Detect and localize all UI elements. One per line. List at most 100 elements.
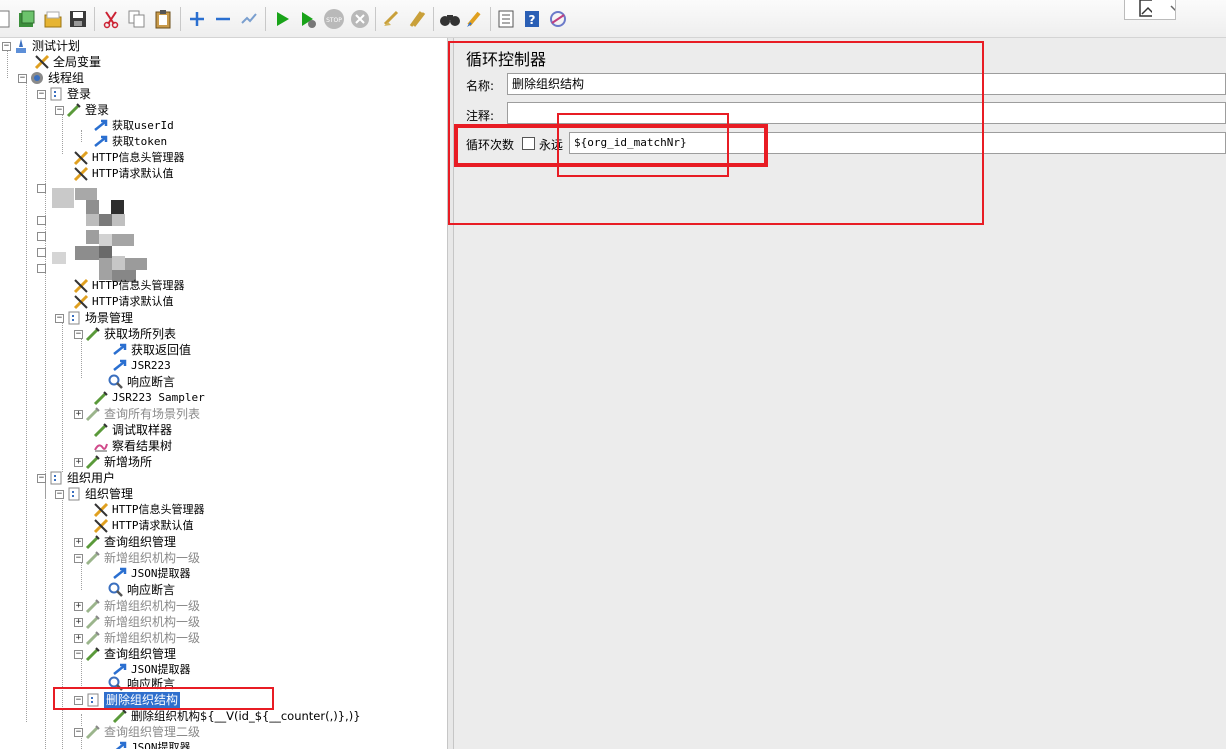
collapse-icon[interactable] (212, 8, 233, 29)
tree-item[interactable]: HTTP信息头管理器 (73, 278, 185, 294)
collapse-toggle[interactable]: − (74, 329, 83, 339)
chevron-down-icon (1170, 4, 1175, 11)
collapse-toggle[interactable]: − (55, 313, 64, 323)
config-icon (73, 294, 89, 310)
clear-all-icon[interactable] (407, 8, 428, 29)
collapse-toggle[interactable]: − (18, 73, 27, 83)
tree-item[interactable]: HTTP请求默认值 (73, 294, 174, 310)
tree-item[interactable]: 获取token (93, 134, 167, 150)
tree-item[interactable]: 调试取样器 (93, 422, 172, 438)
tree-item[interactable]: + 查询组织管理 (74, 534, 176, 550)
forever-checkbox[interactable] (522, 137, 535, 150)
paste-icon[interactable] (152, 8, 173, 29)
search-icon[interactable] (439, 8, 460, 29)
collapse-toggle[interactable]: − (55, 489, 64, 499)
copy-icon[interactable] (126, 8, 147, 29)
stop-icon[interactable]: STOP (323, 8, 344, 29)
tree-item[interactable]: − 新增组织机构一级 (74, 550, 200, 566)
sampler-icon (85, 534, 101, 550)
jmeter-window: { "toolbar": { "buttons": ["new-icon", "… (0, 0, 1226, 749)
config-icon (93, 518, 109, 534)
open-icon[interactable] (42, 8, 63, 29)
tree-item[interactable]: HTTP请求默认值 (73, 166, 174, 182)
tree-item[interactable]: − 组织用户 (37, 470, 115, 486)
expand-toggle[interactable]: + (74, 633, 83, 643)
tree-item[interactable]: − 登录 (55, 102, 109, 118)
expand-toggle[interactable]: + (74, 617, 83, 627)
expand-icon[interactable] (186, 8, 207, 29)
controller-icon (66, 486, 82, 502)
tree-item[interactable]: 响应断言 (108, 676, 175, 692)
tree-item[interactable]: − 测试计划 (2, 38, 80, 54)
tree-item[interactable]: − 场景管理 (55, 310, 133, 326)
templates-icon[interactable] (16, 8, 37, 29)
tree-item[interactable]: + 新增组织机构一级 (74, 598, 200, 614)
tree-item[interactable]: HTTP请求默认值 (93, 518, 194, 534)
window-icon[interactable] (1124, 0, 1176, 20)
config-icon (93, 502, 109, 518)
toggle-icon[interactable] (238, 8, 259, 29)
tree-item[interactable]: HTTP信息头管理器 (73, 150, 185, 166)
config-icon (73, 166, 89, 182)
expand-toggle[interactable]: + (74, 537, 83, 547)
tree-item[interactable]: − 查询组织管理二级 (74, 724, 200, 740)
name-field[interactable]: 删除组织结构 (507, 73, 1226, 95)
pane-splitter[interactable] (447, 38, 454, 749)
collapse-toggle[interactable]: − (74, 553, 83, 563)
reset-search-icon[interactable] (464, 8, 485, 29)
sampler-icon (85, 630, 101, 646)
remote-icon[interactable] (547, 8, 568, 29)
tree-item[interactable]: JSR223 Sampler (93, 390, 205, 406)
collapse-toggle[interactable]: − (55, 105, 64, 115)
collapse-toggle[interactable]: − (74, 727, 83, 737)
sampler-icon (93, 422, 109, 438)
tree-item[interactable]: − 线程组 (18, 70, 84, 86)
new-icon[interactable] (0, 8, 13, 29)
tree-item[interactable]: 响应断言 (108, 374, 175, 390)
toolbar: STOP ? (0, 0, 1226, 38)
tree-item[interactable]: − 获取场所列表 (74, 326, 176, 342)
tree-item[interactable]: + 新增场所 (74, 454, 152, 470)
help-icon[interactable]: ? (521, 8, 542, 29)
tree-item[interactable]: JSON提取器 (112, 740, 191, 749)
tree-item[interactable]: 全局变量 (34, 54, 101, 70)
tree-item[interactable]: 察看结果树 (93, 438, 172, 454)
extractor-icon (112, 566, 128, 582)
test-plan-tree[interactable]: − 测试计划 全局变量 − 线程组 − 登录 − 登录 获取userId 获取t… (0, 38, 447, 749)
tree-item[interactable]: − 组织管理 (55, 486, 133, 502)
tree-item[interactable]: HTTP信息头管理器 (93, 502, 205, 518)
tree-item[interactable]: − 查询组织管理 (74, 646, 176, 662)
tree-item[interactable]: 删除组织机构${__V(id_${__counter(,)},)} (112, 708, 361, 724)
tree-item[interactable]: JSON提取器 (112, 566, 191, 582)
tree-item[interactable]: 响应断言 (108, 582, 175, 598)
expand-toggle[interactable]: + (74, 409, 83, 419)
start-no-pause-icon[interactable] (297, 8, 318, 29)
tree-item[interactable]: JSR223 (112, 358, 171, 374)
cut-icon[interactable] (100, 8, 121, 29)
expand-toggle[interactable]: + (74, 457, 83, 467)
save-icon[interactable] (67, 8, 88, 29)
tree-item-selected[interactable]: − 删除组织结构 (74, 692, 181, 708)
extractor-icon (93, 134, 109, 150)
collapse-toggle[interactable]: − (74, 649, 83, 659)
collapse-toggle[interactable]: − (2, 41, 11, 51)
extractor-icon (112, 740, 128, 749)
svg-text:STOP: STOP (326, 17, 342, 24)
tree-item[interactable]: 获取userId (93, 118, 174, 134)
tree-item[interactable]: 获取返回值 (112, 342, 191, 358)
clear-icon[interactable] (381, 8, 402, 29)
collapse-toggle[interactable]: − (37, 473, 46, 483)
collapse-toggle[interactable]: − (37, 89, 46, 99)
tree-item[interactable]: + 新增组织机构一级 (74, 630, 200, 646)
tree-item[interactable]: − 登录 (37, 86, 91, 102)
tree-item[interactable]: + 查询所有场景列表 (74, 406, 200, 422)
shutdown-icon[interactable] (349, 8, 370, 29)
expand-toggle[interactable]: + (74, 601, 83, 611)
svg-text:?: ? (528, 13, 535, 27)
loop-count-field[interactable]: ${org_id_matchNr} (569, 132, 1226, 154)
tree-item[interactable]: + 新增组织机构一级 (74, 614, 200, 630)
start-icon[interactable] (271, 8, 292, 29)
function-helper-icon[interactable] (495, 8, 516, 29)
collapse-toggle[interactable]: − (74, 695, 83, 705)
comment-field[interactable] (507, 102, 1226, 124)
